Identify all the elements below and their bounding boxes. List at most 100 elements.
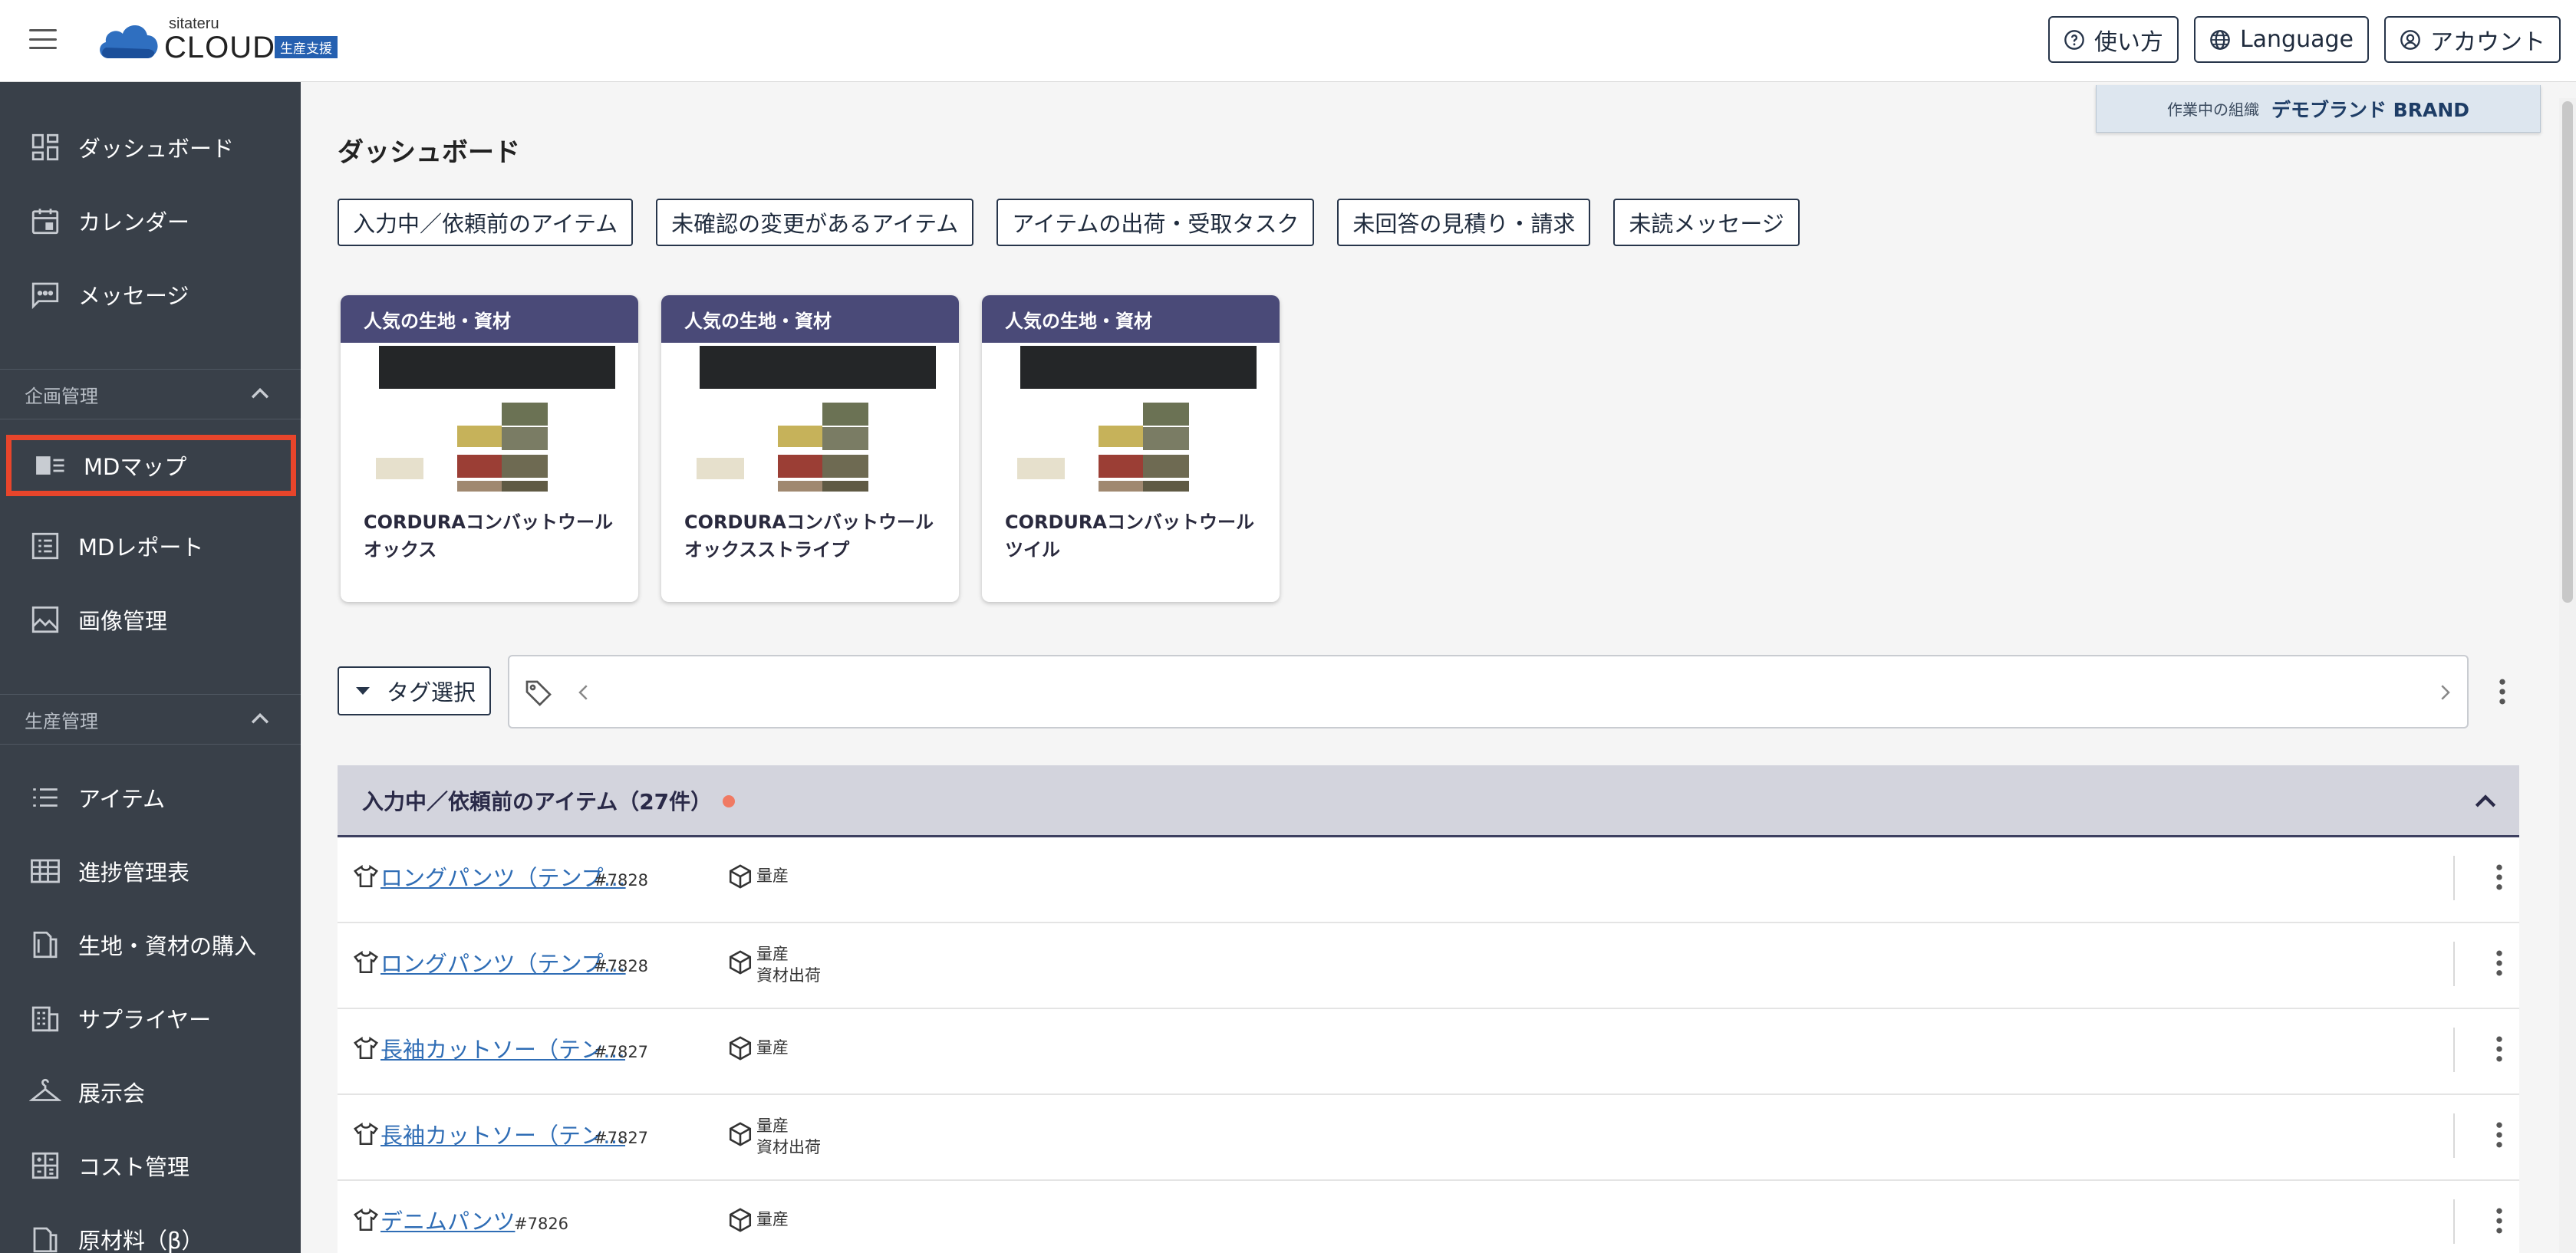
sidebar-item-label: 生地・資材の購入	[78, 933, 257, 959]
divider	[2453, 942, 2455, 986]
sidebar-item-fabric-purchase[interactable]: 生地・資材の購入	[0, 914, 301, 975]
material-card[interactable]: 人気の生地・資材 CORDURAコンバットウールツイル	[982, 295, 1280, 602]
filter-buttons: 入力中／依頼前のアイテム 未確認の変更があるアイテム アイテムの出荷・受取タスク…	[338, 199, 1800, 246]
sidebar-item-exhibition[interactable]: 展示会	[0, 1061, 301, 1123]
more-vert-icon[interactable]	[2482, 1204, 2516, 1238]
item-number: #7826	[514, 1215, 569, 1233]
order-type: 量産	[756, 1210, 789, 1228]
dashboard-icon	[31, 133, 59, 161]
item-name-link[interactable]: デニムパンツ	[380, 1204, 515, 1236]
material-card[interactable]: 人気の生地・資材 CORDURAコンバットウールオックス	[341, 295, 638, 602]
box-icon	[729, 1122, 752, 1146]
sidebar: ダッシュボード カレンダー メッセージ 企画管理 MDマップ MDレポート 画像…	[0, 82, 301, 1253]
help-icon	[2064, 29, 2084, 50]
card-title: CORDURAコンバットウールオックス	[364, 511, 613, 561]
material-icon	[33, 1227, 58, 1253]
logo[interactable]: sitateru CLOUD 生産支援	[95, 15, 338, 64]
item-name-link[interactable]: 長袖カットソー（テン…	[380, 1032, 625, 1064]
sidebar-item-images[interactable]: 画像管理	[0, 589, 301, 650]
table-row[interactable]: ロングパンツ（テンプ… #7828 量産 資材出荷	[338, 923, 2519, 1009]
sidebar-item-md-report[interactable]: MDレポート	[0, 515, 301, 577]
chevron-right-icon[interactable]	[2433, 681, 2456, 704]
order-type: 量産	[756, 1038, 789, 1057]
table-row[interactable]: 長袖カットソー（テン… #7827 量産 資材出荷	[338, 1095, 2519, 1181]
message-icon	[31, 282, 59, 310]
account-button[interactable]: アカウント	[2384, 16, 2561, 63]
box-icon	[729, 1036, 752, 1061]
item-name-link[interactable]: ロングパンツ（テンプ…	[380, 860, 626, 893]
tag-select-button[interactable]: タグ選択	[338, 666, 492, 715]
box-icon	[729, 950, 752, 975]
more-vert-icon[interactable]	[2482, 946, 2516, 980]
sidebar-item-label: カレンダー	[78, 209, 190, 235]
fabric-swatch-image	[697, 346, 936, 492]
item-number: #7828	[594, 871, 649, 890]
item-number: #7828	[594, 957, 649, 975]
sidebar-section-planning[interactable]: 企画管理	[0, 369, 301, 419]
card-header: 人気の生地・資材	[982, 295, 1280, 343]
filter-shipping-tasks[interactable]: アイテムの出荷・受取タスク	[996, 199, 1315, 246]
fabric-swatch-image	[376, 346, 615, 492]
grid-table-icon	[31, 859, 60, 883]
sidebar-item-calendar[interactable]: カレンダー	[0, 190, 301, 252]
filter-unconfirmed-changes[interactable]: 未確認の変更があるアイテム	[656, 199, 974, 246]
more-vert-icon[interactable]	[2482, 1032, 2516, 1066]
md-map-icon	[36, 456, 64, 475]
panel-title: 入力中／依頼前のアイテム（27件）	[362, 788, 713, 814]
language-button[interactable]: Language	[2193, 16, 2369, 63]
more-vert-icon[interactable]	[2485, 675, 2519, 709]
card-header: 人気の生地・資材	[661, 295, 959, 343]
unread-dot	[723, 794, 736, 807]
caret-down-icon	[356, 687, 370, 695]
menu-icon[interactable]	[28, 26, 58, 52]
help-label: 使い方	[2093, 28, 2163, 56]
scrollbar-thumb[interactable]	[2562, 101, 2573, 603]
table-row[interactable]: デニムパンツ #7826 量産	[338, 1181, 2519, 1253]
sidebar-item-md-map[interactable]: MDマップ	[6, 435, 296, 496]
sidebar-item-label: MDレポート	[78, 534, 204, 561]
filter-draft-items[interactable]: 入力中／依頼前のアイテム	[338, 199, 634, 246]
panel-header[interactable]: 入力中／依頼前のアイテム（27件）	[338, 765, 2519, 837]
sidebar-item-items[interactable]: アイテム	[0, 767, 301, 828]
tshirt-icon	[354, 950, 378, 974]
list-icon	[33, 788, 58, 807]
sidebar-item-label: 展示会	[78, 1080, 146, 1107]
more-vert-icon[interactable]	[2482, 860, 2516, 894]
sidebar-item-raw-materials[interactable]: 原材料（β）	[0, 1209, 301, 1253]
section-label: 生産管理	[25, 710, 98, 732]
tshirt-icon	[354, 864, 378, 888]
cloud-logo-icon	[100, 25, 158, 58]
filter-unread-messages[interactable]: 未読メッセージ	[1613, 199, 1800, 246]
help-button[interactable]: 使い方	[2047, 16, 2179, 63]
sidebar-item-cost[interactable]: コスト管理	[0, 1135, 301, 1196]
sidebar-item-messages[interactable]: メッセージ	[0, 264, 301, 325]
top-bar: sitateru CLOUD 生産支援 使い方 Language アカウント	[0, 0, 2576, 82]
building-icon	[31, 1006, 59, 1032]
sidebar-item-dashboard[interactable]: ダッシュボード	[0, 117, 301, 178]
more-vert-icon[interactable]	[2482, 1118, 2516, 1152]
calendar-icon	[31, 209, 59, 235]
divider	[2453, 1113, 2455, 1158]
item-name-link[interactable]: ロングパンツ（テンプ…	[380, 946, 626, 978]
sidebar-item-label: 進捗管理表	[78, 860, 190, 886]
box-icon	[729, 1208, 752, 1232]
sidebar-item-label: MDマップ	[84, 454, 187, 480]
sidebar-item-label: ダッシュボード	[78, 136, 235, 162]
item-name-link[interactable]: 長袖カットソー（テン…	[380, 1118, 625, 1150]
filter-unanswered-quotes[interactable]: 未回答の見積り・請求	[1337, 199, 1591, 246]
app-window: sitateru CLOUD 生産支援 使い方 Language アカウント ダ…	[0, 0, 2576, 1253]
table-row[interactable]: ロングパンツ（テンプ… #7828 量産	[338, 837, 2519, 923]
sidebar-section-production[interactable]: 生産管理	[0, 694, 301, 745]
order-types: 量産	[756, 865, 789, 886]
logo-title: CLOUD	[164, 31, 276, 64]
material-card[interactable]: 人気の生地・資材 CORDURAコンバットウールオックスストライプ	[661, 295, 959, 602]
chevron-up-icon[interactable]	[2470, 787, 2501, 817]
tag-filter-field[interactable]	[508, 655, 2469, 728]
sidebar-item-progress[interactable]: 進捗管理表	[0, 840, 301, 902]
sidebar-item-suppliers[interactable]: サプライヤー	[0, 988, 301, 1049]
hanger-icon	[29, 1078, 61, 1101]
page-scrollbar[interactable]	[2559, 98, 2576, 1253]
chevron-left-icon[interactable]	[572, 681, 595, 704]
table-row[interactable]: 長袖カットソー（テン… #7827 量産	[338, 1009, 2519, 1095]
order-types: 量産 資材出荷	[756, 943, 821, 986]
